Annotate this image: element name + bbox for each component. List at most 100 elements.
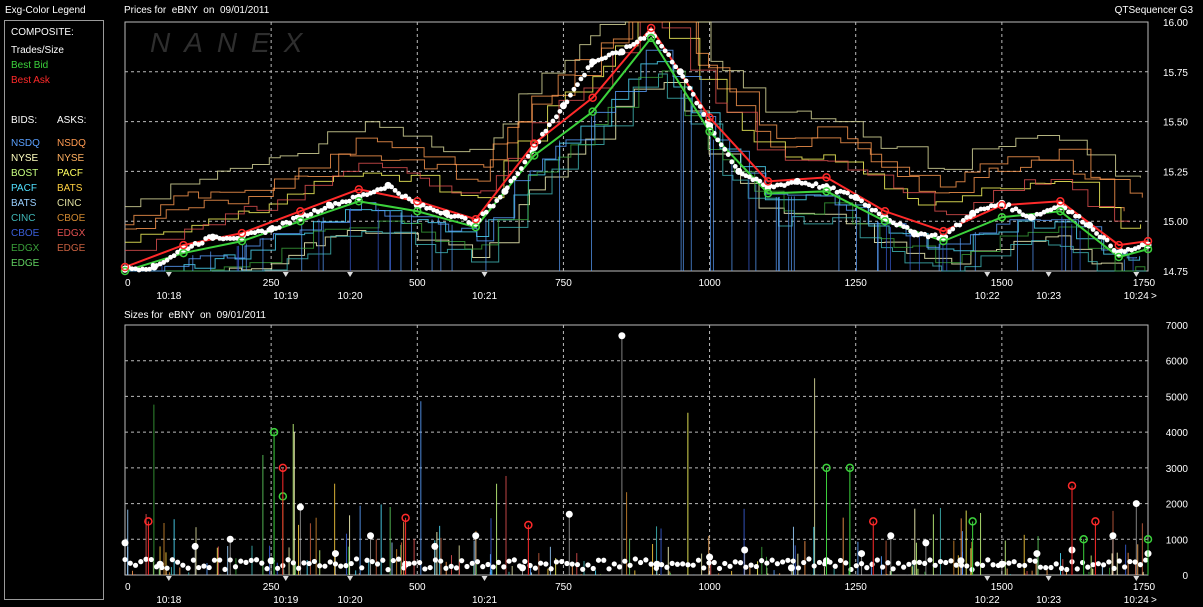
trade-dot <box>578 76 584 82</box>
price-time-label: 10:21 <box>472 291 497 302</box>
trade-size-dot <box>480 564 486 570</box>
trade-size-dot <box>438 558 444 564</box>
trade-size-dot <box>306 560 312 567</box>
trade-size-point <box>706 553 714 561</box>
size-ytick-label: 6000 <box>1166 357 1189 368</box>
trade-dot <box>873 207 878 213</box>
trade-dot <box>518 166 524 171</box>
trade-size-dot <box>411 560 417 566</box>
trade-size-dot <box>916 559 923 565</box>
trade-size-dot <box>690 562 696 568</box>
trade-size-point <box>367 532 375 540</box>
price-time-marker <box>481 272 488 277</box>
trade-size-dot <box>637 559 644 566</box>
size-time-marker <box>347 576 354 581</box>
trade-size-dot <box>585 562 591 568</box>
trade-size-dot <box>127 560 133 566</box>
trade-size-dot <box>180 562 186 568</box>
trade-size-point <box>565 510 573 518</box>
trade-size-dot <box>806 556 812 562</box>
trade-size-dot <box>464 563 470 570</box>
trade-dot <box>308 211 314 217</box>
price-ytick-label: 14.75 <box>1163 267 1188 278</box>
trade-size-dot <box>390 557 396 564</box>
trade-size-dot <box>669 560 675 566</box>
trade-size-dot <box>837 557 844 564</box>
trade-size-dot <box>538 560 544 566</box>
size-ytick-label: 7000 <box>1166 321 1189 332</box>
trade-size-dot <box>948 558 954 564</box>
trade-size-dot <box>259 560 265 566</box>
trade-size-point <box>1109 532 1117 540</box>
trade-size-dot <box>1143 557 1149 563</box>
price-xtick-label: 1250 <box>845 278 868 289</box>
trade-size-dot <box>880 564 886 570</box>
size-xtick-label: 1750 <box>1133 582 1156 593</box>
trade-size-dot <box>680 561 686 567</box>
size-xtick-label: 250 <box>263 582 280 593</box>
trade-size-dot <box>964 563 970 569</box>
trade-dot <box>687 85 693 91</box>
trade-size-dot <box>169 557 175 563</box>
trade-size-point <box>618 332 626 340</box>
size-time-marker <box>282 576 289 581</box>
trade-dot <box>694 100 700 106</box>
size-xtick-label: 1000 <box>698 582 721 593</box>
trade-size-dot <box>459 558 465 564</box>
trade-size-dot <box>985 557 991 563</box>
trade-dot <box>831 185 836 191</box>
trade-point <box>969 209 977 217</box>
trade-size-dot <box>490 564 496 570</box>
trade-size-dot <box>469 560 475 566</box>
trade-size-point <box>226 535 234 543</box>
trade-dot <box>199 240 205 246</box>
trade-size-dot <box>922 560 928 566</box>
trade-dot <box>511 175 517 181</box>
trade-size-dot <box>953 562 959 568</box>
trade-size-dot <box>885 560 891 566</box>
price-time-marker <box>1045 272 1052 277</box>
trade-dot <box>722 146 728 152</box>
trade-size-dot <box>485 561 491 568</box>
trade-size-dot <box>737 560 744 566</box>
trade-size-dot <box>164 565 170 571</box>
trade-size-dot <box>848 566 854 573</box>
trade-size-dot <box>1111 565 1117 572</box>
trade-size-dot <box>1116 558 1122 564</box>
size-time-label: 10:18 <box>156 595 181 606</box>
trade-dot <box>932 232 938 238</box>
trade-size-point <box>1033 550 1041 558</box>
price-ytick-label: 16.00 <box>1163 18 1188 29</box>
trade-size-dot <box>327 559 333 565</box>
trade-dot <box>347 198 352 204</box>
charts-canvas: 16.00 15.75 15.50 15.25 15.00 14.75 0 250 500 750… <box>120 18 1189 606</box>
trade-size-dot <box>932 562 938 568</box>
price-time-label: 10:22 <box>975 291 1000 302</box>
trade-size-dot <box>385 567 391 573</box>
trade-dot <box>568 92 573 98</box>
trade-size-dot <box>448 563 454 569</box>
trade-dot <box>550 118 556 124</box>
trade-size-point <box>1132 500 1140 508</box>
trade-dot <box>715 137 721 143</box>
size-ytick-label: 4000 <box>1166 428 1189 439</box>
price-time-marker <box>165 272 172 277</box>
trade-size-dot <box>890 566 896 572</box>
trade-size-dot <box>222 566 228 573</box>
trade-dot <box>462 215 468 221</box>
trade-size-dot <box>811 563 817 569</box>
trade-size-dot <box>274 565 281 571</box>
trade-dot <box>1094 231 1099 236</box>
trade-size-dot <box>1058 565 1065 572</box>
trade-size-dot <box>906 561 912 567</box>
trade-size-dot <box>943 559 949 566</box>
trade-size-dot <box>753 563 759 570</box>
trade-size-point <box>887 532 895 540</box>
trade-dot <box>957 222 963 228</box>
trade-size-point <box>787 564 795 572</box>
trade-size-dot <box>196 564 202 571</box>
trade-dot <box>718 142 724 148</box>
trade-size-dot <box>601 557 607 563</box>
trade-size-dot <box>716 565 723 572</box>
trade-dot <box>557 108 563 114</box>
